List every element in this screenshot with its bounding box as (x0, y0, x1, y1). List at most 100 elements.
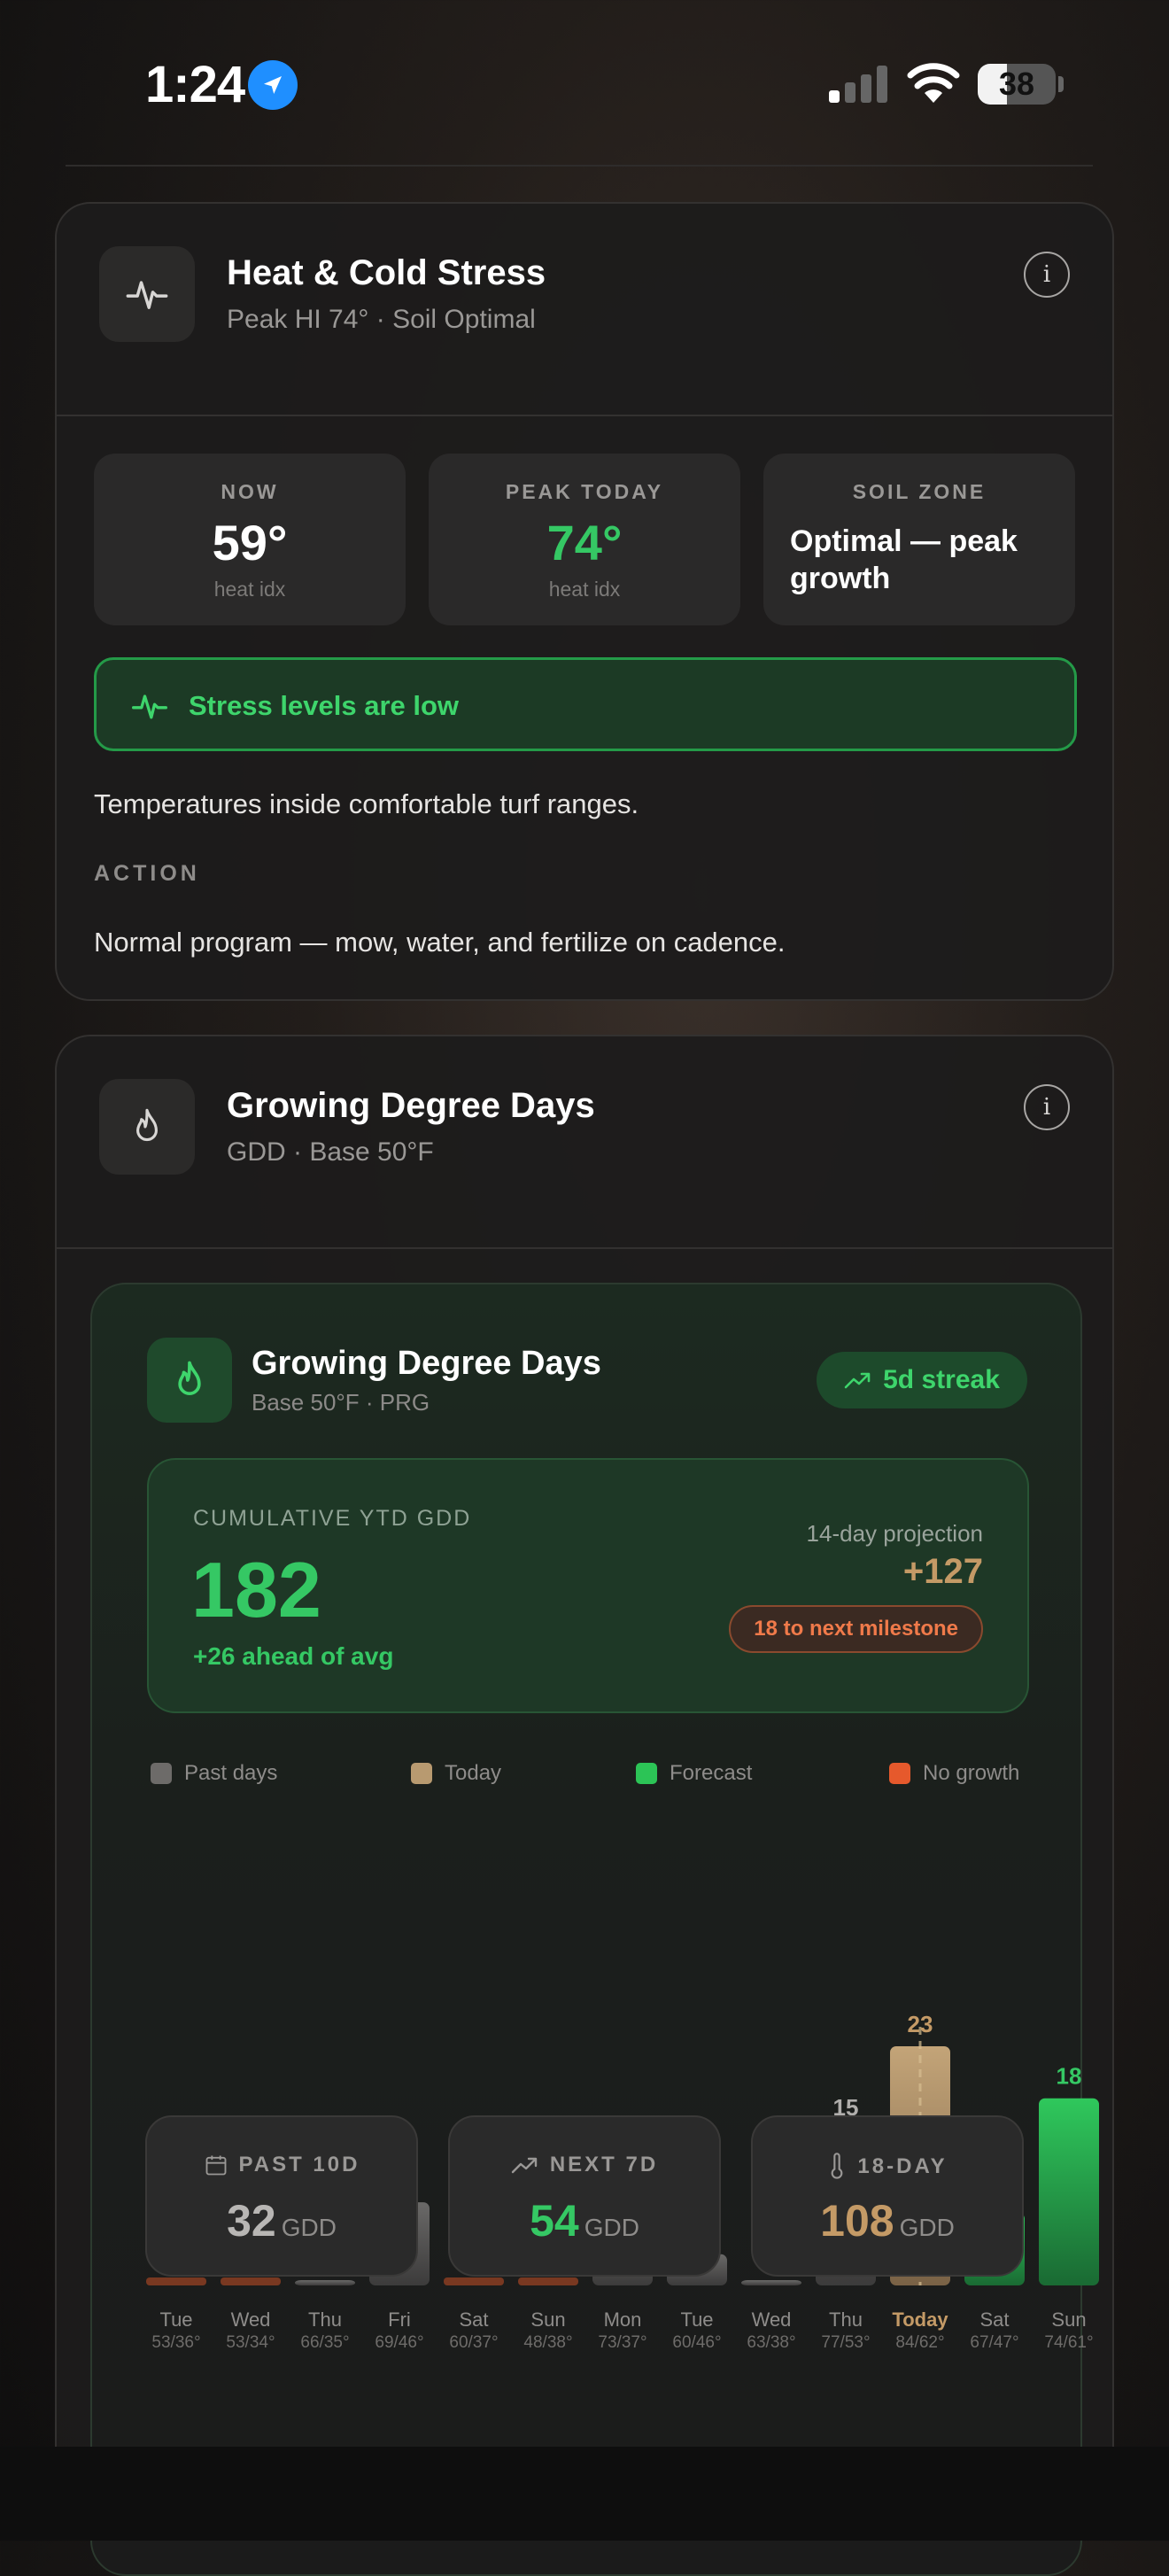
legend-swatch (636, 1763, 657, 1784)
temp-range-label: 69/46° (375, 2333, 423, 2352)
stat-18-day: 18-DAY 108 GDD (751, 2115, 1024, 2277)
tile-value: 59° (212, 515, 288, 570)
legend-swatch (411, 1763, 432, 1784)
pulse-icon (99, 246, 195, 342)
growing-degree-days-card: Growing Degree Days GDD · Base 50°F i Gr… (55, 1035, 1114, 2576)
day-label: Today (892, 2308, 948, 2331)
stress-description: Temperatures inside comfortable turf ran… (94, 788, 639, 819)
stat-unit: GDD (899, 2214, 955, 2241)
stat-number: 108 (820, 2196, 894, 2246)
thermometer-icon (832, 2153, 843, 2179)
battery-indicator: 38 (978, 64, 1056, 105)
tile-value: 74° (546, 515, 623, 570)
action-label: ACTION (94, 861, 200, 886)
tile-label: SOIL ZONE (852, 480, 987, 503)
streak-text: 5d streak (883, 1365, 1000, 1394)
status-time: 1:24 (145, 56, 245, 113)
temp-range-label: 63/38° (747, 2333, 795, 2352)
bar-2 (295, 2280, 355, 2285)
legend-past-days: Past days (151, 1761, 277, 1786)
legend-label: Today (445, 1761, 502, 1785)
info-button[interactable]: i (1024, 1084, 1070, 1130)
ytd-value: 182 (191, 1546, 321, 1633)
tile-unit: heat idx (213, 578, 286, 601)
day-label: Sun (530, 2308, 565, 2331)
gdd-bar-chart: Tue53/36°Wed53/34°Thu66/35°8Fri69/46°Sat… (146, 2011, 1099, 2352)
legend-label: No growth (923, 1761, 1020, 1785)
tile-label: NOW (221, 480, 279, 503)
day-label: Fri (388, 2308, 411, 2331)
day-label: Thu (829, 2308, 863, 2331)
info-icon: i (1042, 1094, 1051, 1121)
panel-subtitle: Base 50°F · PRG (252, 1389, 430, 1416)
day-label: Tue (159, 2308, 192, 2331)
stat-number: 32 (227, 2196, 276, 2246)
projection-value: +127 (902, 1552, 983, 1591)
stat-unit: GDD (584, 2214, 639, 2241)
projection-label: 14-day projection (806, 1520, 983, 1547)
legend-no-growth: No growth (889, 1761, 1019, 1786)
stress-status-banner: Stress levels are low (94, 657, 1077, 751)
status-bar: 1:24 38 (0, 0, 1169, 168)
legend-forecast: Forecast (636, 1761, 752, 1786)
stat-label-text: NEXT 7D (549, 2153, 659, 2176)
wifi-icon (907, 63, 960, 103)
milestone-badge: 18 to next milestone (729, 1605, 983, 1653)
temp-range-label: 67/47° (970, 2333, 1018, 2352)
bar-8 (741, 2280, 801, 2285)
day-label: Mon (604, 2308, 642, 2331)
trend-up-icon (844, 1372, 871, 1389)
ytd-label: CUMULATIVE YTD GDD (193, 1506, 472, 1531)
stat-value: 32 GDD (147, 2195, 416, 2246)
flame-icon (99, 1079, 195, 1175)
stat-value: 54 GDD (450, 2195, 719, 2246)
stat-past-10d: PAST 10D 32 GDD (145, 2115, 418, 2277)
day-label: Wed (752, 2308, 792, 2331)
info-icon: i (1042, 261, 1051, 288)
bottom-edge (0, 2447, 1169, 2541)
stat-label: PAST 10D (147, 2153, 416, 2177)
card-header: Growing Degree Days GDD · Base 50°F i (57, 1036, 1112, 1249)
bar-4 (444, 2277, 504, 2285)
legend-swatch (151, 1763, 172, 1784)
stat-label-text: PAST 10D (238, 2153, 360, 2176)
panel-title: Growing Degree Days (252, 1345, 601, 1382)
stat-unit: GDD (281, 2214, 337, 2241)
temp-range-label: 84/62° (895, 2333, 944, 2352)
action-text: Normal program — mow, water, and fertili… (94, 927, 786, 958)
day-label: Wed (231, 2308, 271, 2331)
bar-5 (518, 2277, 578, 2285)
calendar-icon (205, 2155, 226, 2176)
tile-value: Optimal — peak growth (790, 524, 1018, 595)
streak-badge: 5d streak (817, 1352, 1027, 1408)
bar-value-label: 18 (1057, 2063, 1082, 2090)
tile-unit: heat idx (548, 578, 621, 601)
temp-range-label: 77/53° (821, 2333, 870, 2352)
bar-0 (146, 2277, 206, 2285)
stat-value: 108 GDD (753, 2195, 1022, 2246)
pulse-icon (132, 694, 167, 719)
stat-label: 18-DAY (753, 2153, 1022, 2181)
temp-range-label: 53/36° (151, 2333, 200, 2352)
ytd-ahead-of-average: +26 ahead of avg (193, 1642, 394, 1670)
legend-label: Forecast (670, 1761, 753, 1785)
tile-now: NOW 59° heat idx (94, 454, 406, 625)
temp-range-label: 73/37° (598, 2333, 646, 2352)
stat-label-text: 18-DAY (857, 2154, 948, 2178)
temp-range-label: 60/37° (449, 2333, 498, 2352)
temp-range-label: 60/46° (672, 2333, 721, 2352)
location-arrow-icon (248, 60, 298, 110)
temp-range-label: 66/35° (300, 2333, 349, 2352)
card-title: Heat & Cold Stress (227, 253, 546, 292)
card-subtitle: Peak HI 74° · Soil Optimal (227, 305, 536, 334)
temp-range-label: 74/61° (1044, 2333, 1093, 2352)
tile-soil-zone: SOIL ZONE Optimal — peak growth (763, 454, 1075, 625)
day-label: Sat (459, 2308, 488, 2331)
previous-card-edge (66, 165, 1093, 167)
temp-range-label: 53/34° (226, 2333, 275, 2352)
battery-percent: 38 (998, 66, 1035, 102)
battery-tip (1058, 76, 1064, 92)
info-button[interactable]: i (1024, 252, 1070, 298)
tile-label: PEAK TODAY (505, 480, 664, 503)
tile-peak-today: PEAK TODAY 74° heat idx (429, 454, 740, 625)
